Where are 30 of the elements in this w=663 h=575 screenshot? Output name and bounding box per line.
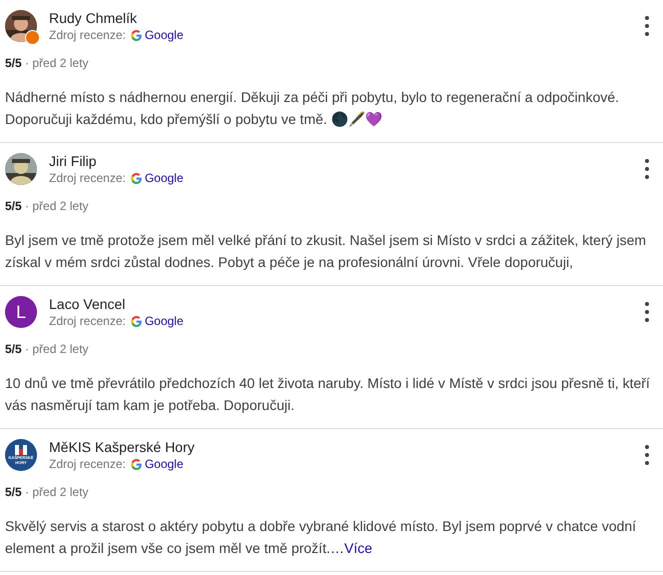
google-icon [130,458,142,470]
source-label: Zdroj recenze: [49,314,126,328]
source-link[interactable]: Google [144,171,184,185]
rating-line: 5/5 · před 2 lety [5,199,90,213]
avatar-letter: L [5,296,37,328]
source-label: Zdroj recenze: [49,457,126,471]
more-vert-icon [645,445,649,465]
review-text: Byl jsem ve tmě protože jsem měl velké přání to zkusit. Našel jsem si Místo v srdci a zážitek, který jsem získal v mém srdci zůstal dodnes. Pobyt a péče je na profesionální úrovni. Vřele doporučuji, [5,231,648,272]
more-link[interactable]: …Více [330,540,372,556]
review-text: 10 dnů ve tmě převrátilo předchozích 40 let života naruby. Místo i lidé v Místě v srdci jsou přesně ti, kteří vás nasměrují tam kam je potřeba. Doporučuji. [5,374,651,415]
review-text: Nádherné místo s nádhernou energií. Děkuji za péči při pobytu, bylo to regenerační a odpočinkové. Doporučuji každému, kdo přemýšlí o pobytu ve tmě. 🌑🖋💜 [5,88,620,129]
google-icon [130,30,142,40]
more-vert-icon [645,302,649,322]
more-vert-icon [645,159,649,179]
source-label: Zdroj recenze: [49,28,126,42]
rating-line: 5/5 · před 2 lety [5,342,90,356]
google-icon [130,172,142,184]
source-link[interactable]: Google [144,457,184,471]
google-icon [130,316,142,326]
review-text: Skvělý servis a starost o aktéry pobytu a dobře vybrané klidové místo. Byl jsem poprvé v chatce vodní element a prožil jsem vše co jsem měl ve tmě prožít.…Více [5,517,638,558]
reviewer-name[interactable]: Laco Vencel [49,296,629,312]
rating-line: 5/5 · před 2 lety [5,485,90,499]
more-vert-icon [645,16,649,36]
rating-line: 5/5 · před 2 lety [5,56,90,70]
source-link[interactable]: Google [144,28,184,42]
source-link[interactable]: Google [144,314,184,328]
reviewer-name[interactable]: MěKIS Kašperské Hory [49,439,629,455]
reviewer-name[interactable]: Jiri Filip [49,153,629,169]
reviewer-name[interactable]: Rudy Chmelík [49,10,629,26]
source-label: Zdroj recenze: [49,171,126,185]
